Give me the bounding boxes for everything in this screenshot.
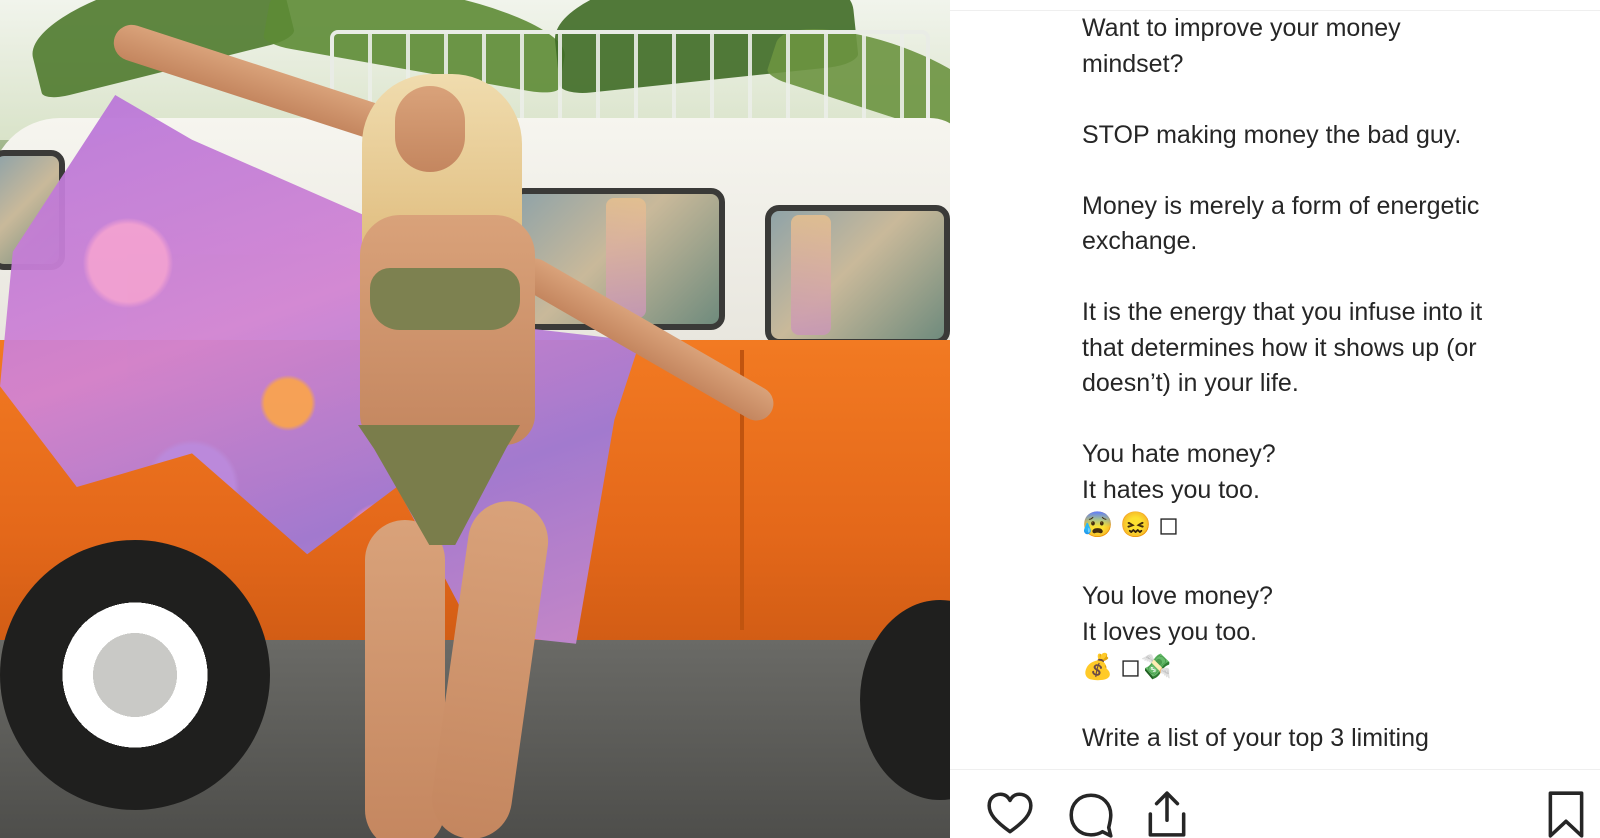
post-caption: Want to improve your money mindset? STOP … [1082,11,1572,756]
heart-icon [987,792,1033,834]
caption-line: STOP making money the bad guy. [1082,120,1462,149]
save-button[interactable] [1540,788,1592,838]
caption-line: mindset? [1082,49,1184,78]
person-face [395,86,465,172]
caption-line: Money is merely a form of energetic [1082,191,1480,220]
van-window [765,205,950,345]
caption-line: Write a list of your top 3 limiting [1082,724,1429,752]
caption-line: You hate money? [1082,440,1276,468]
post-side-panel: Want to improve your money mindset? STOP … [950,0,1600,838]
caption-line: exchange. [1082,227,1198,255]
caption-line: It hates you too. [1082,475,1260,504]
caption-line: 😰 😖 ◻ [1082,511,1179,539]
caption-line: 💰 ◻💸 [1082,653,1172,681]
post-photo[interactable] [0,0,950,838]
caption-line: It is the energy that you infuse into it [1082,298,1483,326]
caption-line: doesn’t) in your life. [1082,369,1299,397]
caption-line: You love money? [1082,582,1273,610]
bikini-top [370,268,520,330]
caption-line: Want to improve your money [1082,14,1401,42]
comment-bubble-icon [1069,793,1113,838]
person-torso [360,215,535,445]
bookmark-icon [1548,791,1584,838]
action-bar [950,770,1600,838]
share-button[interactable] [1141,788,1193,838]
van-front-wheel [0,540,270,810]
caption-line: It loves you too. [1082,617,1258,646]
curtain [791,215,831,335]
share-icon [1148,791,1186,837]
like-button[interactable] [984,788,1036,838]
caption-line: that determines how it shows up (or [1082,333,1477,362]
comment-button[interactable] [1065,788,1117,838]
